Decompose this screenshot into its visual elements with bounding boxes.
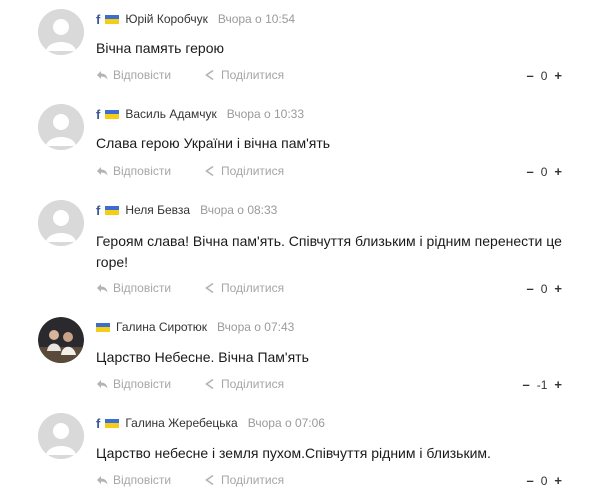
reply-arrow-icon: [96, 475, 108, 485]
comment-actions: Відповісти Поділитися – 0 +: [96, 68, 562, 84]
vote-score: 0: [540, 68, 548, 83]
ukraine-flag-icon: [105, 14, 120, 24]
upvote-button[interactable]: +: [554, 164, 562, 179]
avatar-placeholder[interactable]: [38, 9, 84, 55]
share-label: Поділитися: [221, 473, 285, 487]
vote-controls: – 0 +: [526, 473, 562, 488]
share-icon: [204, 282, 216, 294]
reply-button[interactable]: Відповісти: [96, 473, 171, 487]
reply-label: Відповісти: [113, 68, 172, 82]
comment-item: f Галина Жеребецька Вчора о 07:06 Царств…: [0, 413, 602, 499]
downvote-button[interactable]: –: [526, 164, 533, 179]
comment-actions: Відповісти Поділитися – 0 +: [96, 473, 562, 489]
comment-item: f Неля Бевза Вчора о 08:33 Героям слава!…: [0, 200, 602, 300]
upvote-button[interactable]: +: [554, 68, 562, 83]
reply-label: Відповісти: [113, 281, 172, 295]
comment-time: Вчора о 10:54: [217, 12, 296, 26]
share-label: Поділитися: [221, 68, 285, 82]
comment-time: Вчора о 07:06: [247, 416, 325, 430]
share-button[interactable]: Поділитися: [204, 281, 284, 295]
share-label: Поділитися: [221, 377, 285, 391]
comment-item: f Василь Адамчук Вчора о 10:33 Слава гер…: [0, 104, 602, 184]
avatar-photo[interactable]: [38, 317, 84, 363]
share-icon: [204, 378, 216, 390]
comment-time: Вчора о 08:33: [200, 203, 278, 217]
comment-meta: Галина Сиротюк Вчора о 07:43: [96, 317, 294, 337]
vote-score: 0: [540, 473, 548, 488]
ukraine-flag-icon: [105, 418, 120, 428]
share-button[interactable]: Поділитися: [204, 164, 284, 178]
share-label: Поділитися: [221, 164, 285, 178]
share-icon: [204, 69, 216, 81]
facebook-icon: f: [96, 11, 101, 27]
avatar-placeholder[interactable]: [38, 200, 84, 246]
reply-button[interactable]: Відповісти: [96, 377, 171, 391]
reply-arrow-icon: [96, 283, 108, 293]
comments-list: f Юрій Коробчук Вчора о 10:54 Вічна памя…: [0, 0, 602, 499]
comment-author[interactable]: Юрій Коробчук: [125, 12, 208, 26]
comment-text: Вічна память герою: [96, 40, 224, 56]
comment-meta: f Юрій Коробчук Вчора о 10:54: [96, 9, 295, 29]
comment-text: Царство небесне і земля пухом.Співчуття …: [96, 445, 491, 461]
vote-score: -1: [536, 377, 548, 392]
share-button[interactable]: Поділитися: [204, 473, 284, 487]
reply-button[interactable]: Відповісти: [96, 281, 171, 295]
comment-meta: f Неля Бевза Вчора о 08:33: [96, 200, 277, 220]
ukraine-flag-icon: [96, 322, 110, 332]
comment-actions: Відповісти Поділитися – 0 +: [96, 281, 562, 297]
vote-controls: – -1 +: [523, 377, 563, 392]
comment-time: Вчора о 07:43: [217, 320, 295, 334]
comment-meta: f Василь Адамчук Вчора о 10:33: [96, 104, 304, 124]
reply-arrow-icon: [96, 379, 108, 389]
comment-author[interactable]: Неля Бевза: [125, 203, 190, 217]
facebook-icon: f: [96, 415, 101, 431]
share-button[interactable]: Поділитися: [204, 377, 284, 391]
upvote-button[interactable]: +: [554, 473, 562, 488]
avatar-placeholder[interactable]: [38, 413, 84, 459]
downvote-button[interactable]: –: [526, 281, 533, 296]
comment-text: Слава герою України і вічна пам'ять: [96, 135, 331, 151]
ukraine-flag-icon: [105, 109, 120, 119]
comment-actions: Відповісти Поділитися – 0 +: [96, 164, 562, 180]
upvote-button[interactable]: +: [554, 377, 562, 392]
share-icon: [204, 165, 216, 177]
comment-author[interactable]: Галина Сиротюк: [116, 320, 207, 334]
share-button[interactable]: Поділитися: [204, 68, 284, 82]
downvote-button[interactable]: –: [526, 68, 533, 83]
reply-label: Відповісти: [113, 473, 172, 487]
comment-text: Героям слава! Вічна пам'ять. Співчуття б…: [96, 233, 562, 270]
vote-score: 0: [540, 281, 548, 296]
reply-label: Відповісти: [113, 164, 172, 178]
comment-author[interactable]: Галина Жеребецька: [125, 416, 237, 430]
reply-arrow-icon: [96, 70, 108, 80]
comment-time: Вчора о 10:33: [226, 107, 304, 121]
vote-controls: – 0 +: [526, 281, 562, 296]
vote-score: 0: [540, 164, 548, 179]
vote-controls: – 0 +: [526, 68, 562, 83]
ukraine-flag-icon: [105, 205, 120, 215]
reply-label: Відповісти: [113, 377, 172, 391]
downvote-button[interactable]: –: [526, 473, 533, 488]
downvote-button[interactable]: –: [523, 377, 530, 392]
comment-text: Царство Небесне. Вічна Пам'ять: [96, 349, 309, 365]
facebook-icon: f: [96, 106, 101, 122]
comment-meta: f Галина Жеребецька Вчора о 07:06: [96, 413, 325, 433]
comment-item: Галина Сиротюк Вчора о 07:43 Царство Неб…: [0, 317, 602, 397]
share-label: Поділитися: [221, 281, 285, 295]
reply-arrow-icon: [96, 166, 108, 176]
comment-actions: Відповісти Поділитися – -1 +: [96, 377, 562, 393]
avatar-placeholder[interactable]: [38, 104, 84, 150]
facebook-icon: f: [96, 202, 101, 218]
reply-button[interactable]: Відповісти: [96, 68, 171, 82]
comment-item: f Юрій Коробчук Вчора о 10:54 Вічна памя…: [0, 9, 602, 89]
upvote-button[interactable]: +: [554, 281, 562, 296]
reply-button[interactable]: Відповісти: [96, 164, 171, 178]
comment-author[interactable]: Василь Адамчук: [125, 107, 216, 121]
share-icon: [204, 474, 216, 486]
vote-controls: – 0 +: [526, 164, 562, 179]
